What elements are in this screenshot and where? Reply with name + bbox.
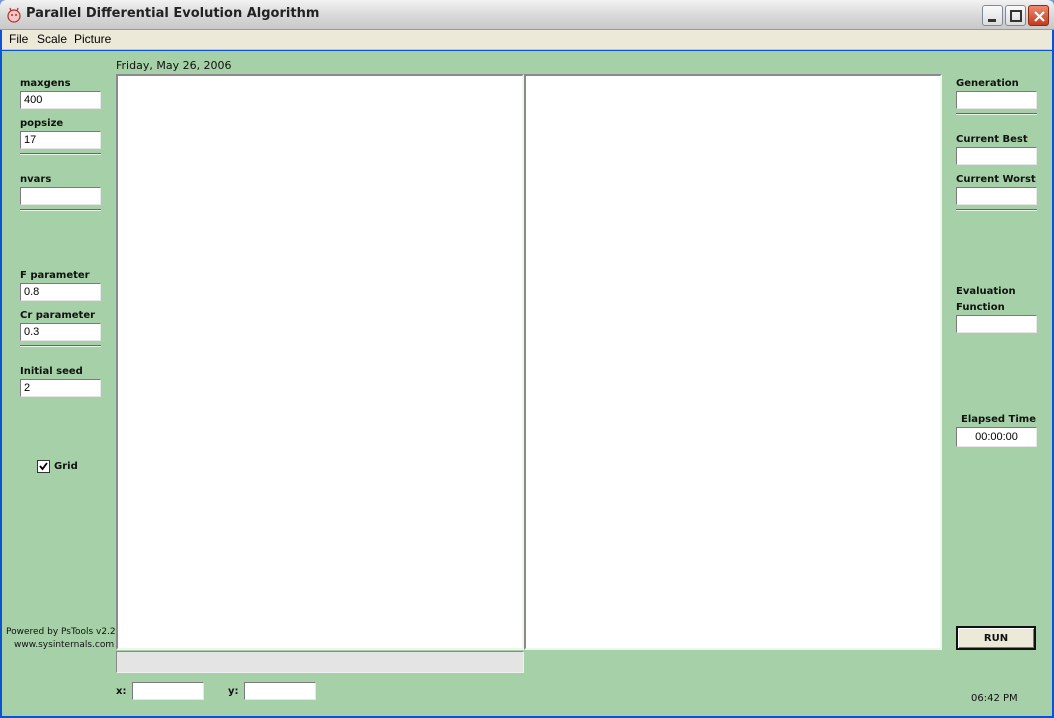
elapsed-time-value: 00:00:00 bbox=[956, 427, 1037, 447]
initial-seed-label: Initial seed bbox=[20, 366, 83, 377]
current-best-label: Current Best bbox=[956, 134, 1028, 145]
menu-picture[interactable]: Picture bbox=[74, 32, 111, 46]
powered-by-text: Powered by PsTools v2.2 bbox=[6, 627, 116, 637]
left-plot-canvas[interactable] bbox=[116, 74, 524, 650]
y-label: y: bbox=[228, 686, 239, 697]
current-worst-label: Current Worst bbox=[956, 174, 1036, 185]
minimize-icon bbox=[988, 19, 996, 22]
nvars-label: nvars bbox=[20, 174, 52, 185]
menu-scale[interactable]: Scale bbox=[37, 32, 67, 46]
cr-parameter-label: Cr parameter bbox=[20, 310, 96, 321]
evaluation-function-field[interactable] bbox=[956, 315, 1037, 333]
elapsed-time-label: Elapsed Time bbox=[961, 414, 1036, 425]
divider bbox=[956, 113, 1037, 115]
divider bbox=[20, 153, 101, 155]
close-button[interactable] bbox=[1028, 5, 1049, 26]
evaluation-label: Evaluation bbox=[956, 286, 1016, 297]
grid-checkbox[interactable] bbox=[37, 460, 50, 473]
divider bbox=[20, 209, 101, 211]
maximize-icon bbox=[1010, 10, 1022, 22]
menu-file[interactable]: File bbox=[9, 32, 28, 46]
nvars-input[interactable] bbox=[20, 187, 101, 205]
current-worst-field[interactable] bbox=[956, 187, 1037, 205]
clock-label: 06:42 PM bbox=[971, 693, 1018, 704]
date-label: Friday, May 26, 2006 bbox=[116, 59, 232, 72]
y-coordinate-field[interactable] bbox=[244, 682, 316, 700]
menu-bar: File Scale Picture bbox=[2, 30, 1052, 50]
close-icon bbox=[1034, 11, 1045, 22]
x-label: x: bbox=[116, 686, 127, 697]
window-title: Parallel Differential Evolution Algorith… bbox=[26, 6, 320, 21]
f-parameter-label: F parameter bbox=[20, 270, 90, 281]
grid-label: Grid bbox=[54, 461, 78, 472]
initial-seed-input[interactable]: 2 bbox=[20, 379, 101, 397]
divider bbox=[956, 209, 1037, 211]
generation-field[interactable] bbox=[956, 91, 1037, 109]
popsize-input[interactable]: 17 bbox=[20, 131, 101, 149]
app-icon bbox=[6, 7, 22, 23]
generation-label: Generation bbox=[956, 78, 1019, 89]
f-parameter-input[interactable]: 0.8 bbox=[20, 283, 101, 301]
checkmark-icon bbox=[39, 462, 48, 471]
popsize-label: popsize bbox=[20, 118, 64, 129]
run-button[interactable]: RUN bbox=[956, 626, 1036, 650]
title-bar[interactable]: Parallel Differential Evolution Algorith… bbox=[0, 0, 1054, 30]
app-window: Parallel Differential Evolution Algorith… bbox=[0, 0, 1054, 718]
client-area: maxgens 400 popsize 17 nvars F parameter… bbox=[2, 51, 1052, 716]
minimize-button[interactable] bbox=[982, 5, 1003, 26]
right-plot-canvas[interactable] bbox=[524, 74, 942, 650]
maxgens-input[interactable]: 400 bbox=[20, 91, 101, 109]
status-bar bbox=[116, 651, 524, 673]
website-text: www.sysinternals.com bbox=[14, 640, 115, 650]
current-best-field[interactable] bbox=[956, 147, 1037, 165]
x-coordinate-field[interactable] bbox=[132, 682, 204, 700]
maxgens-label: maxgens bbox=[20, 78, 71, 89]
maximize-button[interactable] bbox=[1005, 5, 1026, 26]
divider bbox=[20, 345, 101, 347]
cr-parameter-input[interactable]: 0.3 bbox=[20, 323, 101, 341]
function-label: Function bbox=[956, 302, 1005, 313]
